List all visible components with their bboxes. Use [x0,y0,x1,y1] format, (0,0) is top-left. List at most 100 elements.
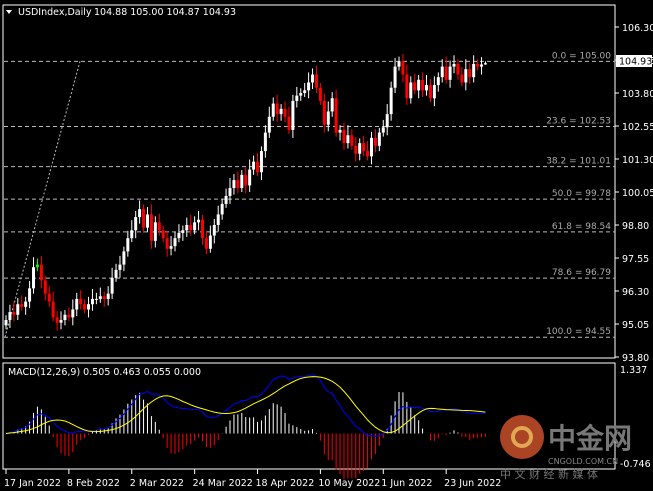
candle [299,88,303,101]
candle [334,89,338,137]
candle-body [287,116,291,130]
candle [240,170,244,192]
candle-body [134,217,138,231]
candle-body [193,222,197,231]
candle-body [110,277,114,294]
candle [436,72,440,92]
candle-body [393,66,397,88]
candle-body [153,222,157,241]
date-tick-label: 23 Jun 2022 [444,478,501,489]
main-pane-border [2,4,616,359]
candle-body [130,230,134,239]
candle [35,258,39,272]
candle-body [67,314,71,318]
candle [153,216,157,248]
candle-body [314,74,318,88]
candle [12,302,16,322]
candle-body [444,66,448,80]
candle [20,295,24,311]
candle [220,199,224,220]
candle-body [248,169,252,186]
candle [114,263,118,282]
candle-body [98,296,102,299]
candle-body [228,188,232,196]
candle-body [39,264,43,281]
candle [4,315,8,330]
candle-body [283,108,287,117]
candlestick-series [4,53,487,331]
candle-body [413,82,417,91]
candle [456,59,460,80]
candle-body [236,180,240,189]
price-tick-label: 103.80 [622,89,653,100]
candle-body [397,61,401,67]
candle-body [362,143,366,152]
candle-body [483,63,487,65]
candle-body [326,111,330,125]
candle [177,224,181,243]
candle [43,275,47,301]
candle-body [464,69,468,83]
fib-level-label: 78.6 = 96.79 [552,268,611,278]
candle-body [47,293,51,302]
dropdown-triangle-icon[interactable] [6,10,12,14]
candle [405,64,409,105]
candle-body [71,309,75,318]
candle [393,57,397,93]
candle [79,290,83,310]
candle-body [75,298,79,310]
candle-body [460,74,464,83]
candle [130,220,134,243]
candle-body [94,298,98,300]
candle [55,311,59,331]
chart-canvas[interactable]: 0.0 = 105.00 23.6 = 102.53 38.2 = 101.01 50… [0,0,653,491]
candle [149,204,153,249]
candle [185,217,189,237]
candle-body [169,246,173,249]
candle-body [322,100,326,125]
candle [397,56,401,71]
candle-body [197,219,201,223]
candle [369,131,373,165]
candle-body [8,312,12,321]
candle [16,298,20,321]
candle [381,119,385,137]
candle [102,291,106,307]
candle [208,225,212,253]
candle [366,141,370,161]
price-tick-label: 101.30 [622,155,653,166]
price-tick-label: 100.05 [622,188,653,199]
candle [279,104,283,121]
candle-body [185,225,189,231]
candle-body [142,209,146,228]
candle-body [224,195,228,204]
candle [425,75,429,96]
fibonacci-retracement[interactable]: 0.0 = 105.00 23.6 = 102.53 38.2 = 101.01 50… [4,51,615,338]
candle-body [51,301,55,318]
candle [480,57,484,75]
candle-body [279,108,283,115]
candle-body [87,304,91,310]
candle-body [161,230,165,239]
price-tick-label: 95.05 [622,320,649,331]
candle-body [252,161,256,170]
candle [75,292,79,317]
candle [173,232,177,252]
candle [39,255,43,289]
chart-window: 0.0 = 105.00 23.6 = 102.53 38.2 = 101.01 50… [0,0,653,491]
candle-body [122,251,126,265]
price-tick-label: 106.30 [622,23,653,34]
candle [189,214,193,236]
candle-body [106,293,110,299]
candle [83,299,87,314]
candle-body [24,301,28,307]
candle-body [12,312,16,315]
price-axis: 106.30105.05103.80102.55101.30100.0598.8… [615,23,653,364]
candle [389,81,393,121]
candle-body [208,235,212,249]
price-tick-label: 96.30 [622,287,649,298]
candle-body [377,132,381,146]
candle-body [28,288,32,302]
candle [232,174,236,195]
candle-body [350,135,354,146]
